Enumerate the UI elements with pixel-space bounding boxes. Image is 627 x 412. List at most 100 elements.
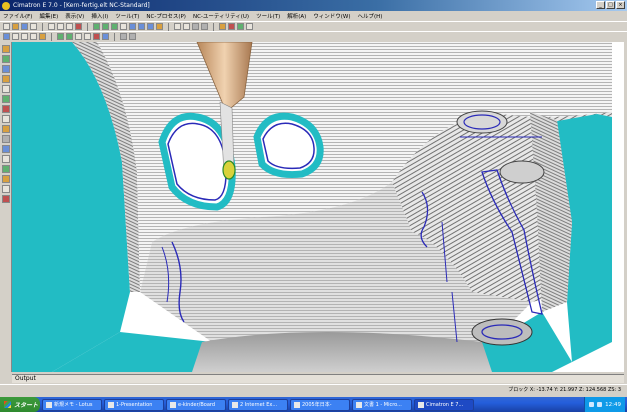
left-tool-icon[interactable] <box>1 115 10 123</box>
status-bar: ブロック X: -13.74 Y: 21.997 Z: 124.568 ZS: … <box>0 384 627 394</box>
output-panel: Output <box>12 374 624 383</box>
curve-icon[interactable] <box>39 33 46 40</box>
print-icon[interactable] <box>30 23 37 30</box>
left-tool-icon[interactable] <box>1 105 10 113</box>
taskbar-item-board[interactable]: e-kinder/Board <box>166 398 226 411</box>
window-title: Cimatron E 7.0 - [Kern-fertig.elt NC-Sta… <box>13 2 150 9</box>
app-icon <box>108 401 114 408</box>
menu-nc-process[interactable]: NC-プロセス(P) <box>146 12 186 20</box>
graphics-viewport[interactable] <box>12 42 624 372</box>
post-icon[interactable] <box>246 23 253 30</box>
left-tool-icon[interactable] <box>1 155 10 163</box>
measure-icon[interactable] <box>192 23 199 30</box>
tool-tip <box>222 160 236 180</box>
menu-edit[interactable]: 編集(E) <box>39 12 58 20</box>
ucs-icon[interactable] <box>129 33 136 40</box>
hide-icon[interactable] <box>75 33 82 40</box>
toolbar-separator <box>51 32 52 41</box>
undo-icon[interactable] <box>93 33 100 40</box>
select-icon[interactable] <box>3 33 10 40</box>
layer-icon[interactable] <box>174 23 181 30</box>
copy-icon[interactable] <box>57 23 64 30</box>
start-button[interactable]: スタート <box>0 397 40 412</box>
app-icon <box>170 401 176 408</box>
pan-icon[interactable] <box>102 23 109 30</box>
shading-icon[interactable] <box>156 23 163 30</box>
taskbar-item-word[interactable]: 文書 1 - Micro... <box>352 398 412 411</box>
maximize-button[interactable]: □ <box>606 1 615 9</box>
delete-icon[interactable] <box>75 23 82 30</box>
tray-icon[interactable] <box>589 402 595 407</box>
menu-nc-utility[interactable]: NC-ユーティリティ(U) <box>193 12 249 20</box>
filter-icon[interactable] <box>183 23 190 30</box>
left-tool-icon[interactable] <box>1 135 10 143</box>
left-tool-icon[interactable] <box>1 175 10 183</box>
windows-logo-icon <box>4 401 11 408</box>
toolpath-icon[interactable] <box>219 23 226 30</box>
left-tool-icon[interactable] <box>1 165 10 173</box>
view-iso-icon[interactable] <box>129 23 136 30</box>
menu-view[interactable]: 表示(V) <box>65 12 84 20</box>
output-label: Output <box>15 375 36 382</box>
taskbar-item-label: e-kinder/Board <box>178 401 216 408</box>
menu-file[interactable]: ファイル(F) <box>3 12 32 20</box>
menu-insert[interactable]: 挿入(I) <box>91 12 108 20</box>
rotate-icon[interactable] <box>111 23 118 30</box>
left-tool-icon[interactable] <box>1 65 10 73</box>
cut-icon[interactable] <box>48 23 55 30</box>
windows-taskbar: スタート 新規メモ - Lotus 1-Presentation e-kinde… <box>0 397 627 412</box>
taskbar-item-cimatron[interactable]: Cimatron E 7... <box>414 398 474 411</box>
clock: 12:49 <box>605 401 621 408</box>
start-label: スタート <box>14 402 39 409</box>
view-front-icon[interactable] <box>147 23 154 30</box>
save-icon[interactable] <box>21 23 28 30</box>
taskbar-item-label: 2 Internet Ex... <box>240 401 278 408</box>
settings-icon[interactable] <box>201 23 208 30</box>
grid-icon[interactable] <box>120 33 127 40</box>
minimize-button[interactable]: _ <box>596 1 605 9</box>
surface-icon[interactable] <box>57 33 64 40</box>
left-tool-icon[interactable] <box>1 185 10 193</box>
menu-tools[interactable]: ツール(T) <box>115 12 139 20</box>
open-folder-icon[interactable] <box>12 23 19 30</box>
toolbar-separator <box>213 22 214 31</box>
taskbar-item-label: 1-Presentation <box>116 401 153 408</box>
left-tool-icon[interactable] <box>1 85 10 93</box>
view-top-icon[interactable] <box>138 23 145 30</box>
left-tool-icon[interactable] <box>1 55 10 63</box>
menu-tools-2[interactable]: ツール(T) <box>256 12 280 20</box>
left-tool-icon[interactable] <box>1 95 10 103</box>
tray-icon[interactable] <box>597 402 603 407</box>
taskbar-item-lotus[interactable]: 新規メモ - Lotus <box>42 398 102 411</box>
left-tool-icon[interactable] <box>1 145 10 153</box>
fit-icon[interactable] <box>120 23 127 30</box>
verify-icon[interactable] <box>237 23 244 30</box>
show-icon[interactable] <box>84 33 91 40</box>
menu-analysis[interactable]: 解析(A) <box>287 12 306 20</box>
left-tool-icon[interactable] <box>1 45 10 53</box>
menu-help[interactable]: ヘルプ(H) <box>358 12 383 20</box>
menu-window[interactable]: ウィンドウ(W) <box>313 12 350 20</box>
left-tool-icon[interactable] <box>1 195 10 203</box>
taskbar-item-label: 2005年日本- <box>302 402 332 408</box>
middle-boss <box>499 160 545 184</box>
toolbar-separator <box>168 22 169 31</box>
app-icon <box>356 401 362 408</box>
close-button[interactable]: × <box>616 1 625 9</box>
solid-icon[interactable] <box>66 33 73 40</box>
new-file-icon[interactable] <box>3 23 10 30</box>
arc-icon[interactable] <box>30 33 37 40</box>
system-tray: 12:49 <box>584 397 625 412</box>
taskbar-item-internet-explorer[interactable]: 2 Internet Ex... <box>228 398 288 411</box>
zoom-icon[interactable] <box>93 23 100 30</box>
taskbar-item-presentation[interactable]: 1-Presentation <box>104 398 164 411</box>
paste-icon[interactable] <box>66 23 73 30</box>
redo-icon[interactable] <box>102 33 109 40</box>
left-tool-icon[interactable] <box>1 75 10 83</box>
left-tool-icon[interactable] <box>1 125 10 133</box>
point-icon[interactable] <box>12 33 19 40</box>
line-icon[interactable] <box>21 33 28 40</box>
taskbar-item-2005[interactable]: 2005年日本- <box>290 398 350 411</box>
window-controls: _ □ × <box>596 1 625 9</box>
simulate-icon[interactable] <box>228 23 235 30</box>
